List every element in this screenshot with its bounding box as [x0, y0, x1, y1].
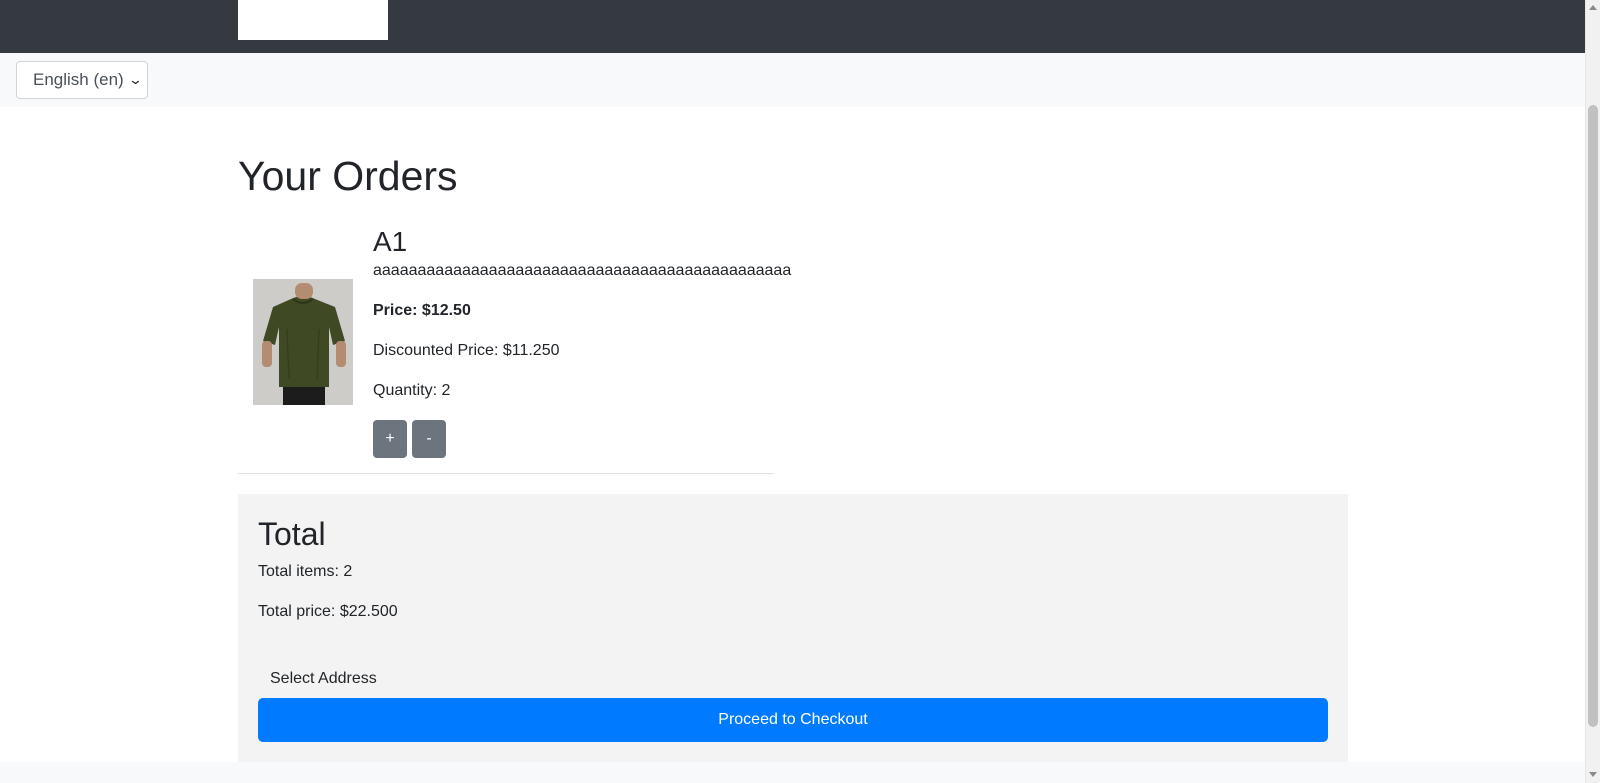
page: English (en) ⌄ Your Orders A1 aaaaaaaaaa…: [0, 0, 1585, 783]
language-select[interactable]: English (en) ⌄: [16, 61, 148, 99]
page-title: Your Orders: [238, 153, 458, 199]
chevron-down-icon: ⌄: [127, 72, 144, 87]
footer: [0, 762, 1585, 783]
top-navbar: [0, 0, 1585, 53]
select-address-label[interactable]: Select Address: [270, 670, 377, 688]
proceed-to-checkout-button[interactable]: Proceed to Checkout: [258, 698, 1328, 742]
logo[interactable]: [238, 0, 388, 40]
scroll-down-icon[interactable]: [1589, 772, 1597, 777]
total-items: Total items: 2: [258, 563, 353, 580]
increase-quantity-button[interactable]: +: [373, 420, 407, 458]
total-panel: Total Total items: 2 Total price: $22.50…: [238, 494, 1348, 769]
product-image: [253, 279, 353, 405]
order-item: A1 aaaaaaaaaaaaaaaaaaaaaaaaaaaaaaaaaaaaa…: [238, 224, 791, 474]
product-name: A1: [373, 226, 408, 257]
product-discounted-price: Discounted Price: $11.250: [373, 342, 560, 359]
vertical-scrollbar[interactable]: [1585, 0, 1600, 783]
language-bar: English (en) ⌄: [0, 53, 1585, 107]
scroll-up-icon[interactable]: [1589, 5, 1597, 10]
product-description: aaaaaaaaaaaaaaaaaaaaaaaaaaaaaaaaaaaaaaaa…: [373, 262, 792, 279]
decrease-quantity-button[interactable]: -: [412, 420, 446, 458]
total-price: Total price: $22.500: [258, 603, 398, 620]
t-shirt-icon: [253, 279, 353, 405]
total-title: Total: [258, 516, 326, 552]
scrollbar-thumb[interactable]: [1588, 105, 1598, 727]
product-price: Price: $12.50: [373, 302, 471, 319]
language-select-value: English (en): [33, 70, 124, 89]
product-quantity: Quantity: 2: [373, 382, 451, 399]
